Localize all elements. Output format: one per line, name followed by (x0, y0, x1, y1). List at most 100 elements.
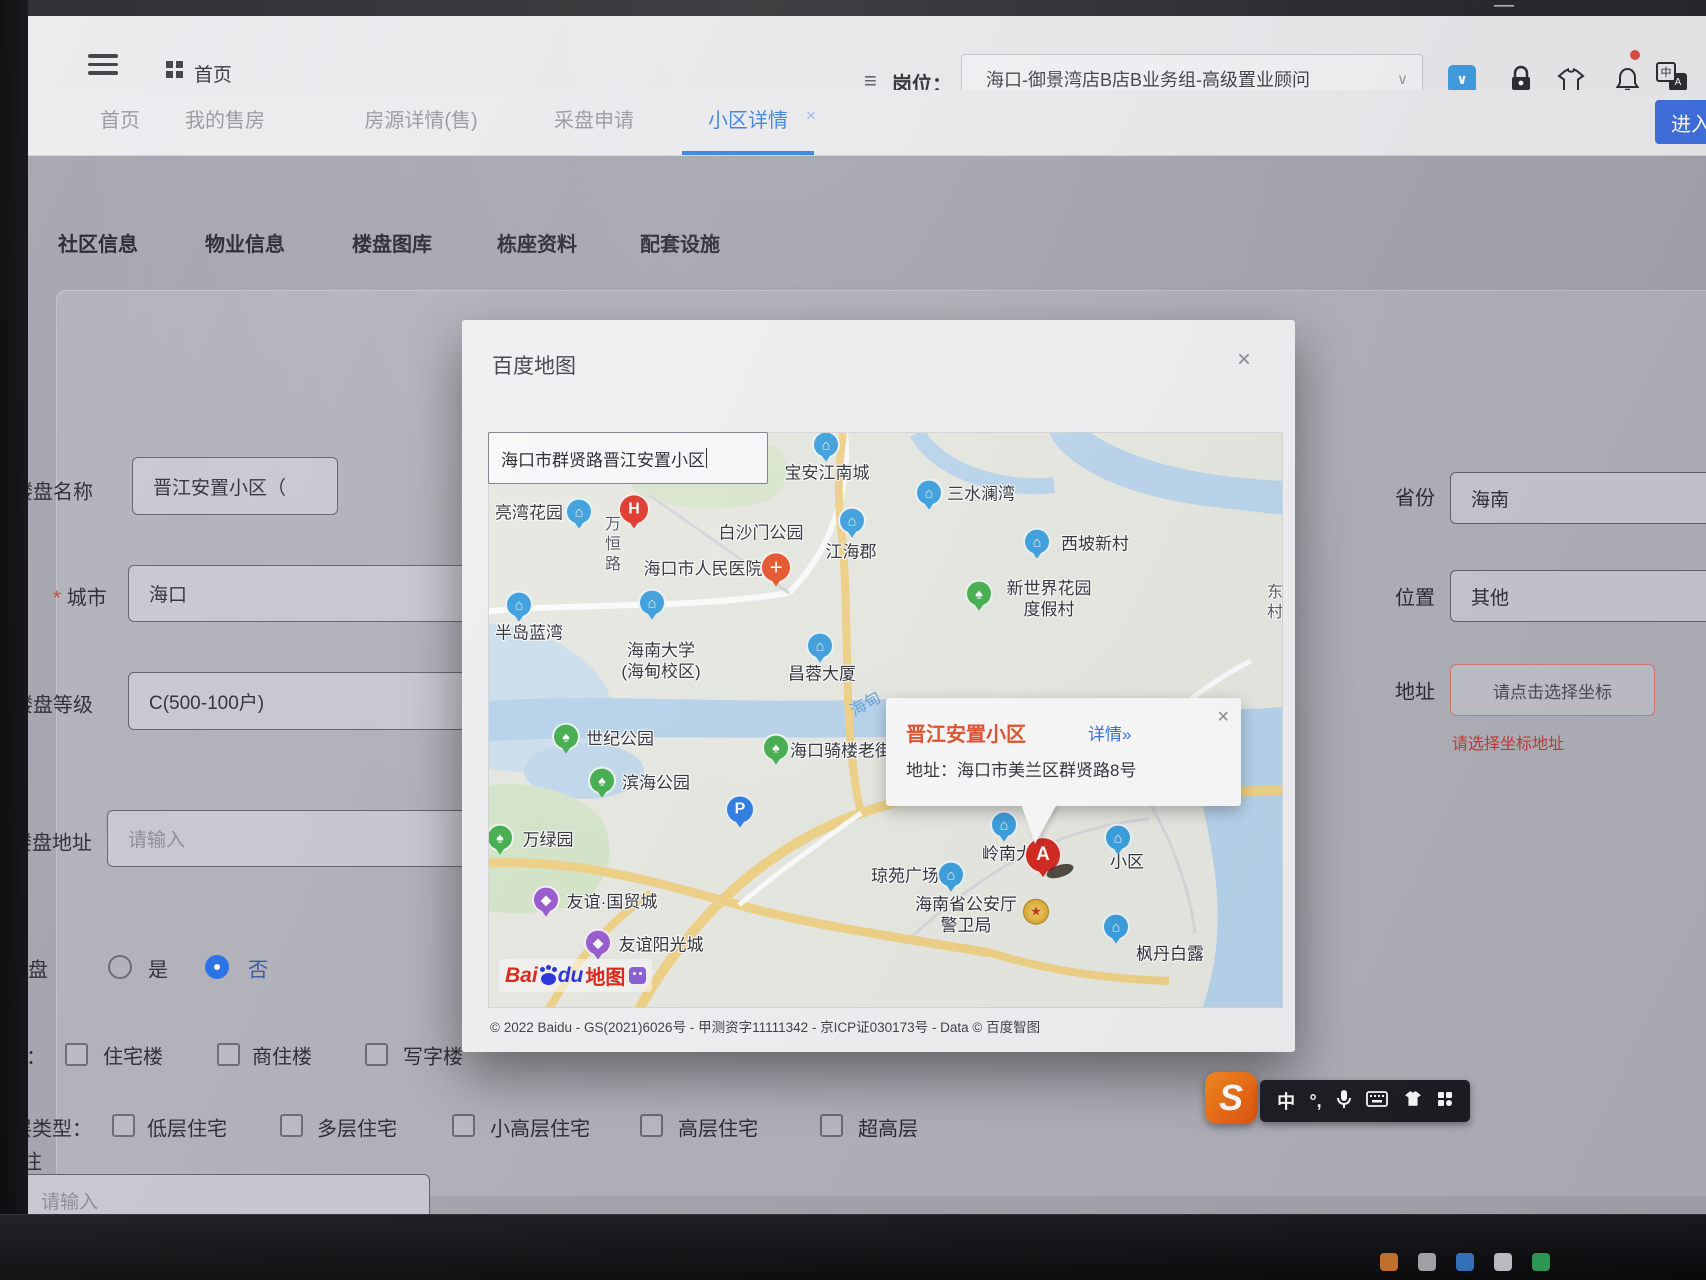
tab-caipan-apply[interactable]: 采盘申请 (554, 104, 634, 133)
floor-checkbox-low[interactable] (112, 1114, 135, 1137)
xiaoqu-pin[interactable]: ⌂ (1104, 824, 1132, 852)
fengdan-bailu-pin[interactable]: ⌂ (1102, 913, 1130, 941)
hainan-university-pin[interactable]: ⌂ (638, 589, 666, 617)
youyi-guomaocheng-pin[interactable]: ◆ (532, 886, 560, 914)
youyi-yangguangcheng-pin[interactable]: ◆ (584, 929, 612, 957)
floor-checkbox-multi[interactable] (280, 1114, 303, 1137)
province-select[interactable]: 海南 (1450, 472, 1706, 524)
tab-community-detail[interactable]: 小区详情 (708, 104, 788, 133)
tab-bar: 首页 我的售房 房源详情(售) 采盘申请 小区详情 × 进入 (0, 90, 1706, 156)
hamburger-menu-icon[interactable] (88, 54, 118, 76)
lock-radio-yes[interactable] (108, 955, 132, 979)
checked-toggle-icon[interactable]: ∨ (1448, 65, 1476, 93)
dialog-close-icon[interactable]: × (1228, 344, 1260, 376)
city-select[interactable]: 海口 ∨ (128, 565, 497, 622)
map-info-popup: 晋江安置小区 详情» 地址：海口市美兰区群贤路8号 × (886, 698, 1241, 806)
usage-label-office[interactable]: 写字楼 (403, 1041, 463, 1070)
usage-checkbox-office[interactable] (365, 1043, 388, 1066)
hospital-cross-pin[interactable]: + (760, 551, 792, 583)
haikou-qilou-street-pin[interactable]: ♠ (762, 734, 790, 762)
taskbar-icon-5[interactable] (1532, 1253, 1550, 1271)
shiji-park-pin[interactable]: ♠ (552, 723, 580, 751)
xipo-xincun-pin[interactable]: ⌂ (1023, 528, 1051, 556)
wanlv-park-pin[interactable]: ♠ (488, 824, 514, 852)
usage-label-residential[interactable]: 住宅楼 (103, 1041, 163, 1070)
floor-checkbox-small-high[interactable] (452, 1114, 475, 1137)
floor-label-multi[interactable]: 多层住宅 (317, 1113, 397, 1142)
floor-label-low[interactable]: 低层住宅 (147, 1113, 227, 1142)
dialog-title: 百度地图 (492, 350, 576, 380)
map-viewport[interactable]: ⌂宝安江南城⌂三水澜湾⌂亮湾花园H万 恒 路白沙门公园海口市人民医院+⌂江海郡⌂… (488, 432, 1283, 1008)
building-name-input[interactable]: 晋江安置小区（ (132, 457, 338, 515)
lock-radio-no[interactable] (205, 955, 229, 979)
taskbar-icon-1[interactable] (1380, 1253, 1398, 1271)
subtab-community-info[interactable]: 社区信息 (58, 228, 138, 257)
usage-label-mixed[interactable]: 商住楼 (252, 1041, 312, 1070)
usage-checkbox-residential[interactable] (65, 1043, 88, 1066)
apps-grid-icon[interactable] (166, 61, 183, 78)
ime-punctuation-mode[interactable]: °, (1309, 1091, 1321, 1112)
bandao-lanwan-pin[interactable]: ⌂ (505, 591, 533, 619)
ime-skin-icon[interactable] (1403, 1090, 1423, 1112)
baidu-paw-icon (541, 973, 556, 985)
floor-checkbox-super-high[interactable] (820, 1114, 843, 1137)
hospital-h-marker-pin[interactable]: H (618, 493, 650, 525)
subtab-property-info[interactable]: 物业信息 (205, 228, 285, 257)
sogou-ime-toolbar: 中 °, (1260, 1080, 1470, 1122)
subtab-facilities[interactable]: 配套设施 (640, 228, 720, 257)
liangwan-huayuan-pin[interactable]: ⌂ (565, 498, 593, 526)
taskbar-icon-3[interactable] (1456, 1253, 1474, 1271)
field-label-location: 位置 (1395, 582, 1435, 611)
shiji-park-label: 世纪公园 (586, 728, 654, 749)
taskbar-icon-2[interactable] (1418, 1253, 1436, 1271)
parking-pin[interactable]: P (725, 795, 755, 825)
bandao-lanwan-label: 半岛蓝湾 (495, 622, 563, 643)
xinshijie-huayuan-label: 新世界花园 度假村 (1007, 578, 1092, 621)
hainan-university-label: 海南大学 (海甸校区) (621, 640, 700, 683)
ime-keyboard-icon[interactable] (1366, 1091, 1388, 1112)
popup-close-icon[interactable]: × (1217, 706, 1229, 729)
ime-mic-icon[interactable] (1336, 1089, 1352, 1114)
ime-toolbox-icon[interactable] (1437, 1091, 1453, 1112)
ime-chinese-mode[interactable]: 中 (1277, 1088, 1295, 1114)
enter-button[interactable]: 进入 (1655, 100, 1706, 144)
tab-close-icon[interactable]: × (806, 106, 816, 126)
qiongyuan-plaza-label: 琼苑广场 (871, 865, 939, 886)
lingnan-dasha-pin[interactable]: ⌂ (990, 811, 1018, 839)
window-minimize-icon[interactable]: — (1494, 0, 1514, 17)
jianghaijun-pin[interactable]: ⌂ (838, 507, 866, 535)
sanshui-lanwan-label: 三水澜湾 (947, 483, 1015, 504)
subtab-block-data[interactable]: 栋座资料 (497, 228, 577, 257)
breadcrumb-home[interactable]: 首页 (194, 60, 232, 87)
lock-radio-no-label[interactable]: 否 (248, 954, 268, 983)
qiongyuan-plaza-pin[interactable]: ⌂ (937, 861, 965, 889)
taskbar-icon-4[interactable] (1494, 1253, 1512, 1271)
grade-select[interactable]: C(500-100户) ∨ (128, 672, 497, 730)
sanshui-lanwan-pin[interactable]: ⌂ (915, 479, 943, 507)
subtab-building-gallery[interactable]: 楼盘图库 (352, 228, 432, 257)
location-select[interactable]: 其他 (1450, 570, 1706, 622)
pick-coordinate-button[interactable]: 请点击选择坐标 (1450, 664, 1655, 716)
tab-home[interactable]: 首页 (100, 104, 140, 133)
floor-checkbox-high[interactable] (640, 1114, 663, 1137)
map-search-input[interactable]: 海口市群贤路晋江安置小区 (488, 432, 768, 484)
lock-radio-yes-label[interactable]: 是 (148, 954, 168, 983)
popup-detail-link[interactable]: 详情» (1088, 720, 1131, 745)
sogou-ime-logo[interactable]: S (1205, 1072, 1257, 1124)
baoan-jiangnancheng-pin[interactable]: ⌂ (812, 432, 840, 459)
required-asterisk: * (53, 588, 61, 610)
police-emblem-pin[interactable]: ★ (1023, 899, 1049, 925)
window-top-strip (0, 0, 1706, 16)
tab-my-sales[interactable]: 我的售房 (185, 104, 265, 133)
building-address-input[interactable]: 请输入 (107, 810, 500, 867)
changrong-dasha-pin[interactable]: ⌂ (806, 632, 834, 660)
field-label-city: *城市 (53, 582, 107, 611)
coordinate-hint-text: 请选择坐标地址 (1452, 730, 1564, 754)
floor-label-small-high[interactable]: 小高层住宅 (490, 1113, 590, 1142)
usage-checkbox-mixed[interactable] (217, 1043, 240, 1066)
binhai-park-pin[interactable]: ♠ (588, 767, 616, 795)
floor-label-super-high[interactable]: 超高层 (858, 1113, 918, 1142)
floor-label-high[interactable]: 高层住宅 (678, 1113, 758, 1142)
xinshijie-huayuan-pin[interactable]: ♠ (965, 580, 993, 608)
tab-listing-detail[interactable]: 房源详情(售) (364, 104, 477, 133)
